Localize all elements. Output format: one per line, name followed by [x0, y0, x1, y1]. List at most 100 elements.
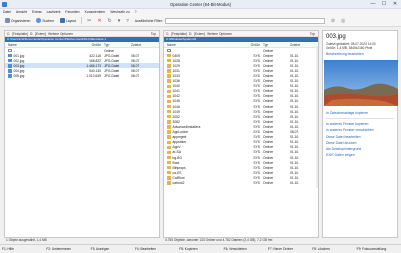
top-button[interactable]: Top: [151, 32, 156, 36]
menu-konsolenkern[interactable]: Konsolenkern: [85, 10, 106, 14]
file-row[interactable]: 1031 SYS Ordner 01.10.: [164, 68, 316, 73]
col-size[interactable]: Größe: [65, 43, 101, 47]
file-row[interactable]: 002.jpg 168.822 JPG-Datei 08.07: [5, 58, 159, 63]
help-icon[interactable]: ?: [124, 17, 131, 25]
file-row[interactable]: Boot SYS Ordner 01.10.: [164, 160, 316, 165]
file-row[interactable]: catroot2 SYS Ordner 01.10.: [164, 180, 316, 185]
file-date: 01.10.: [290, 89, 300, 94]
filter-icon[interactable]: ▾: [116, 17, 123, 25]
file-name: appmgmt: [172, 135, 187, 140]
fkey-view[interactable]: F3: Anzeigen: [91, 247, 135, 251]
file-name: appraiser: [172, 140, 187, 145]
menu-favoriten[interactable]: Favoriten: [65, 10, 79, 14]
maximize-button[interactable]: ☐: [379, 1, 389, 8]
image-file-icon: [8, 74, 12, 78]
clear-filter-icon[interactable]: ⊘: [329, 17, 337, 25]
file-row[interactable]: 001.jpg 422.116 JPG-Datei 08.07: [5, 53, 159, 58]
file-size: SYS: [253, 74, 260, 79]
file-type: Ordner: [263, 63, 274, 68]
close-button[interactable]: ✕: [390, 1, 400, 8]
file-row[interactable]: ar-SA SYS Ordner 01.10.: [164, 150, 316, 155]
drive-d-tab[interactable]: D:: [189, 32, 192, 36]
more-options-button[interactable]: Weitere Optionen: [48, 32, 73, 36]
top-button[interactable]: Top: [310, 32, 315, 36]
file-row[interactable]: 1041 SYS Ordner 01.10.: [164, 89, 316, 94]
more-options-button[interactable]: Weitere Optionen: [207, 32, 232, 36]
file-row[interactable]: CatRoot SYS Ordner 01.10.: [164, 175, 316, 180]
col-date[interactable]: Zuletzt: [290, 43, 316, 47]
fkey-help[interactable]: F1: Hilfe: [2, 247, 46, 251]
filter-input[interactable]: [164, 17, 325, 24]
search-button[interactable]: Suchen: [34, 17, 56, 25]
col-type[interactable]: Typ: [101, 43, 131, 47]
file-row[interactable]: 1033 SYS Ordner 01.10.: [164, 73, 316, 78]
action-show-exif[interactable]: EXIF-Daten zeigen: [326, 152, 397, 158]
file-row[interactable]: appraiser SYS Ordner 01.10.: [164, 140, 316, 145]
file-name-cell: 1042: [164, 94, 224, 98]
fkey-new-folder[interactable]: F7: Neuer Ordner: [268, 247, 312, 251]
menu-datei[interactable]: Datei: [3, 10, 11, 14]
file-row[interactable]: 1036 SYS Ordner 01.10.: [164, 79, 316, 84]
edit-description-link[interactable]: Beschreibung bearbeiten: [326, 51, 397, 57]
drive-c-tab[interactable]: C:: [166, 32, 169, 36]
col-size[interactable]: Größe: [224, 43, 260, 47]
file-name: 005.jpg: [13, 74, 25, 79]
layout-button[interactable]: Layout: [58, 17, 78, 25]
file-row[interactable]: bg-BG SYS Ordner 01.10.: [164, 155, 316, 160]
file-row[interactable]: AdvancedInstallers SYS Ordner 01.10.: [164, 124, 316, 129]
filter-options-icon[interactable]: ◎: [339, 17, 347, 25]
refresh-icon[interactable]: ↻: [106, 17, 114, 25]
preview-image[interactable]: [324, 60, 398, 107]
file-row[interactable]: AppV SYS Ordner 01.10.: [164, 145, 316, 150]
file-row[interactable]: 004.jpg 540.130 JPG-Datei 08.07: [5, 68, 159, 73]
file-row[interactable]: 1045 SYS Ordner 01.10.: [164, 99, 316, 104]
menu-wechseln-zu[interactable]: Wechseln zu: [110, 10, 129, 14]
cut-icon[interactable]: ✂: [85, 17, 93, 25]
fkey-edit[interactable]: F4: Bearbeiten: [135, 247, 179, 251]
organize-button[interactable]: Organisieren: [3, 17, 32, 25]
file-size: SYS: [253, 170, 260, 175]
file-row[interactable]: 003.jpg 1.466.173 JPG-Datei 08.07: [5, 63, 159, 69]
fkey-move[interactable]: F6: Verschieben: [224, 247, 268, 251]
file-size: SYS: [253, 119, 260, 124]
file-row[interactable]: 1049 SYS Ordner 01.10.: [164, 109, 316, 114]
fkey-copy[interactable]: F5: Kopieren: [179, 247, 223, 251]
file-row[interactable]: 005.jpg 1.010.649 JPG-Datei 08.07: [5, 73, 159, 78]
col-date[interactable]: Zuletzt: [131, 43, 157, 47]
file-row[interactable]: 1042 SYS Ordner 01.10.: [164, 94, 316, 99]
delete-icon[interactable]: ✕: [95, 17, 103, 25]
drive-c-tab[interactable]: C:: [7, 32, 10, 36]
file-row[interactable]: ca-ES SYS Ordner 01.10.: [164, 170, 316, 175]
drive-d-tab[interactable]: D:: [30, 32, 33, 36]
file-row[interactable]: 1029 SYS Ordner 01.10.: [164, 63, 316, 68]
fkey-rename[interactable]: F2: Umbenennen: [46, 247, 90, 251]
file-row[interactable]: 3082 SYS Ordner 01.10.: [164, 119, 316, 124]
col-name[interactable]: Name: [164, 43, 224, 47]
col-name[interactable]: Name: [5, 43, 65, 47]
file-row[interactable]: appmgmt SYS Ordner 01.10.: [164, 135, 316, 140]
file-date: 01.10.: [290, 114, 300, 119]
file-date: 01.10.: [290, 63, 300, 68]
file-row[interactable]: 1040 SYS Ordner 01.10.: [164, 84, 316, 89]
file-name-cell: appmgmt: [164, 135, 224, 139]
menu-ansicht[interactable]: Ansicht: [16, 10, 27, 14]
file-type: Ordner: [263, 94, 274, 99]
right-file-list: .. Ordner 0409 SYS Ordner 01.10. 1028 SYS Ordner…: [164, 48, 316, 188]
fkey-focus[interactable]: F9: Fokusumstellung: [357, 247, 401, 251]
file-row[interactable]: 0409 SYS Ordner 01.10.: [164, 53, 316, 58]
copy-to-clipboard-link[interactable]: In Zwischenablage kopieren: [326, 110, 397, 116]
file-row[interactable]: 1028 SYS Ordner 01.10.: [164, 58, 316, 63]
file-row[interactable]: Bthprops SYS Ordner 01.10.: [164, 165, 316, 170]
file-row[interactable]: 2052 SYS Ordner 01.10.: [164, 114, 316, 119]
minimize-button[interactable]: —: [368, 1, 378, 8]
file-row[interactable]: AppLocker SYS Ordner 08.07.: [164, 130, 316, 135]
col-type[interactable]: Typ: [260, 43, 290, 47]
menu-help[interactable]: ?: [135, 10, 137, 14]
fkey-delete[interactable]: F8: Löschen: [312, 247, 356, 251]
file-name: 1036: [172, 79, 180, 84]
file-row[interactable]: 1046 SYS Ordner 01.10.: [164, 104, 316, 109]
file-type: Ordner: [263, 160, 274, 165]
menu-extras[interactable]: Extras: [32, 10, 42, 14]
right-scrollbar[interactable]: [316, 48, 318, 188]
menu-laufwerk[interactable]: Laufwerk: [47, 10, 61, 14]
